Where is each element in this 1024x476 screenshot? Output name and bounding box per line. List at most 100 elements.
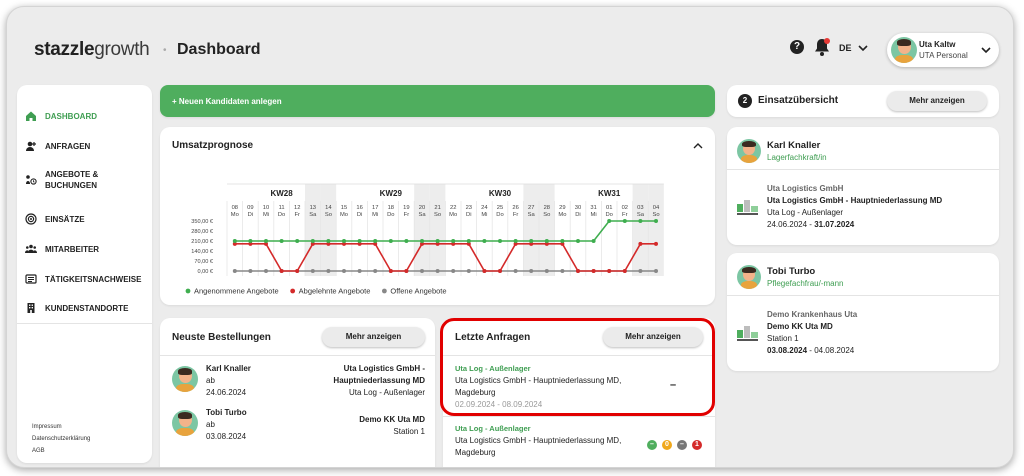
day-tick-label: 23	[466, 205, 472, 211]
weekday-tick-label: Di	[575, 212, 580, 218]
language-selector[interactable]: DE	[839, 43, 852, 53]
data-point	[388, 269, 393, 273]
highlight-frame	[440, 318, 715, 416]
data-point	[295, 239, 300, 243]
order-company: Demo KK Uta MD	[359, 415, 425, 424]
data-point	[638, 269, 643, 273]
weekday-tick-label: Sa	[637, 212, 645, 218]
overview-more-button[interactable]: Mehr anzeigen	[887, 91, 987, 111]
home-icon	[26, 111, 36, 121]
user-plus-icon	[26, 141, 36, 151]
sidebar-item-einsaetze[interactable]: EINSÄTZE	[25, 213, 85, 225]
bell-icon[interactable]	[813, 37, 831, 57]
data-point	[404, 239, 409, 243]
orders-title: Neuste Bestellungen	[172, 332, 271, 343]
day-tick-label: 28	[544, 205, 550, 211]
assignment-card[interactable]: Tobi Turbo Pflegefachfrau/-mann Demo Kra…	[727, 253, 999, 371]
weekday-tick-label: Fr	[404, 212, 410, 218]
weekday-tick-label: So	[543, 212, 550, 218]
list-icon	[25, 274, 37, 284]
data-point	[357, 269, 362, 273]
weekday-tick-label: Sa	[309, 212, 317, 218]
impressum-link[interactable]: Impressum	[32, 424, 62, 430]
assignment-role: Pflegefachfrau/-mann	[767, 279, 844, 288]
sidebar-item-label: MITARBEITER	[45, 244, 100, 254]
day-tick-label: 13	[310, 205, 316, 211]
sidebar-item-label: KUNDENSTANDORTE	[45, 303, 129, 313]
data-point	[373, 269, 378, 273]
sidebar-item-taetigkeitsnachweise[interactable]: TÄTIGKEITSNACHWEISE	[25, 273, 141, 285]
assignment-from: 03.08.2024	[767, 346, 808, 355]
weekend-shade	[320, 184, 337, 276]
day-tick-label: 17	[372, 205, 378, 211]
weekday-tick-label: Mo	[231, 212, 239, 218]
user-menu[interactable]: Uta Kaltw UTA Personal	[887, 33, 999, 67]
assignment-from: 24.06.2024	[767, 220, 808, 229]
avatar	[172, 410, 198, 436]
weekday-tick-label: So	[325, 212, 332, 218]
avatar	[737, 265, 761, 289]
day-tick-label: 15	[341, 205, 347, 211]
logo[interactable]: stazzlegrowth	[34, 39, 150, 61]
data-point	[232, 239, 237, 243]
day-tick-label: 22	[450, 205, 456, 211]
data-point	[357, 239, 362, 243]
assignment-card[interactable]: Karl Knaller Lagerfachkraft/in Uta Logis…	[727, 127, 999, 245]
y-tick-label: 70,00 €	[194, 259, 214, 265]
chevron-down-icon[interactable]	[858, 43, 868, 53]
agb-link[interactable]: AGB	[32, 448, 45, 454]
data-point	[451, 239, 456, 243]
data-point	[654, 219, 658, 223]
divider	[727, 169, 999, 170]
sidebar-item-mitarbeiter[interactable]: MITARBEITER	[25, 243, 99, 255]
user-name: Uta Kaltw	[919, 40, 956, 49]
data-point	[482, 239, 487, 243]
data-point	[482, 269, 487, 273]
avatar	[737, 139, 761, 163]
day-tick-label: 14	[325, 205, 332, 211]
divider	[443, 416, 715, 417]
weekday-tick-label: Di	[466, 212, 471, 218]
order-date: 03.08.2024	[206, 432, 247, 441]
data-point	[435, 239, 440, 243]
data-point	[576, 269, 580, 273]
assignment-site: Demo KK Uta MD	[767, 322, 833, 331]
assignment-site: Uta Logistics GmbH - Hauptniederlassung …	[767, 196, 943, 205]
user-role: UTA Personal	[919, 51, 968, 60]
request-city: Magdeburg	[455, 448, 496, 457]
status-badge-open: –	[677, 440, 687, 450]
data-point	[638, 241, 643, 246]
privacy-link[interactable]: Datenschutzerklärung	[32, 436, 90, 442]
data-point	[607, 219, 612, 223]
avatar	[891, 37, 917, 63]
sidebar-item-angebote[interactable]: ANGEBOTE & BUCHUNGEN	[25, 169, 98, 191]
target-icon	[25, 213, 37, 225]
sidebar-item-dashboard[interactable]: DASHBOARD	[25, 110, 97, 122]
sidebar-item-anfragen[interactable]: ANFRAGEN	[25, 140, 90, 152]
data-point	[248, 239, 253, 243]
day-tick-label: 09	[247, 205, 253, 211]
data-point	[560, 269, 565, 273]
data-point	[654, 269, 658, 273]
orders-more-button[interactable]: Mehr anzeigen	[322, 327, 425, 347]
avatar	[172, 366, 198, 392]
y-tick-label: 350,00 €	[191, 219, 214, 225]
order-site: Uta Log - Außenlager	[348, 388, 425, 397]
booking-icon	[26, 175, 37, 185]
data-point	[498, 269, 502, 273]
weekday-tick-label: Mi	[481, 212, 487, 218]
chevron-down-icon[interactable]	[981, 45, 991, 55]
page-title: Dashboard	[177, 41, 261, 58]
data-point	[264, 269, 268, 273]
company-logo-icon	[737, 200, 758, 215]
data-point	[466, 269, 471, 273]
status-badge-rejected: 1	[692, 440, 702, 450]
weekday-tick-label: Mi	[372, 212, 378, 218]
data-point	[529, 239, 534, 243]
data-point	[373, 239, 378, 243]
new-candidate-button[interactable]: + Neuen Kandidaten anlegen	[160, 85, 715, 117]
sidebar-item-kundenstandorte[interactable]: KUNDENSTANDORTE	[25, 302, 128, 314]
day-tick-label: 04	[653, 205, 660, 211]
help-icon[interactable]: ?	[790, 40, 804, 54]
day-tick-label: 16	[356, 205, 362, 211]
